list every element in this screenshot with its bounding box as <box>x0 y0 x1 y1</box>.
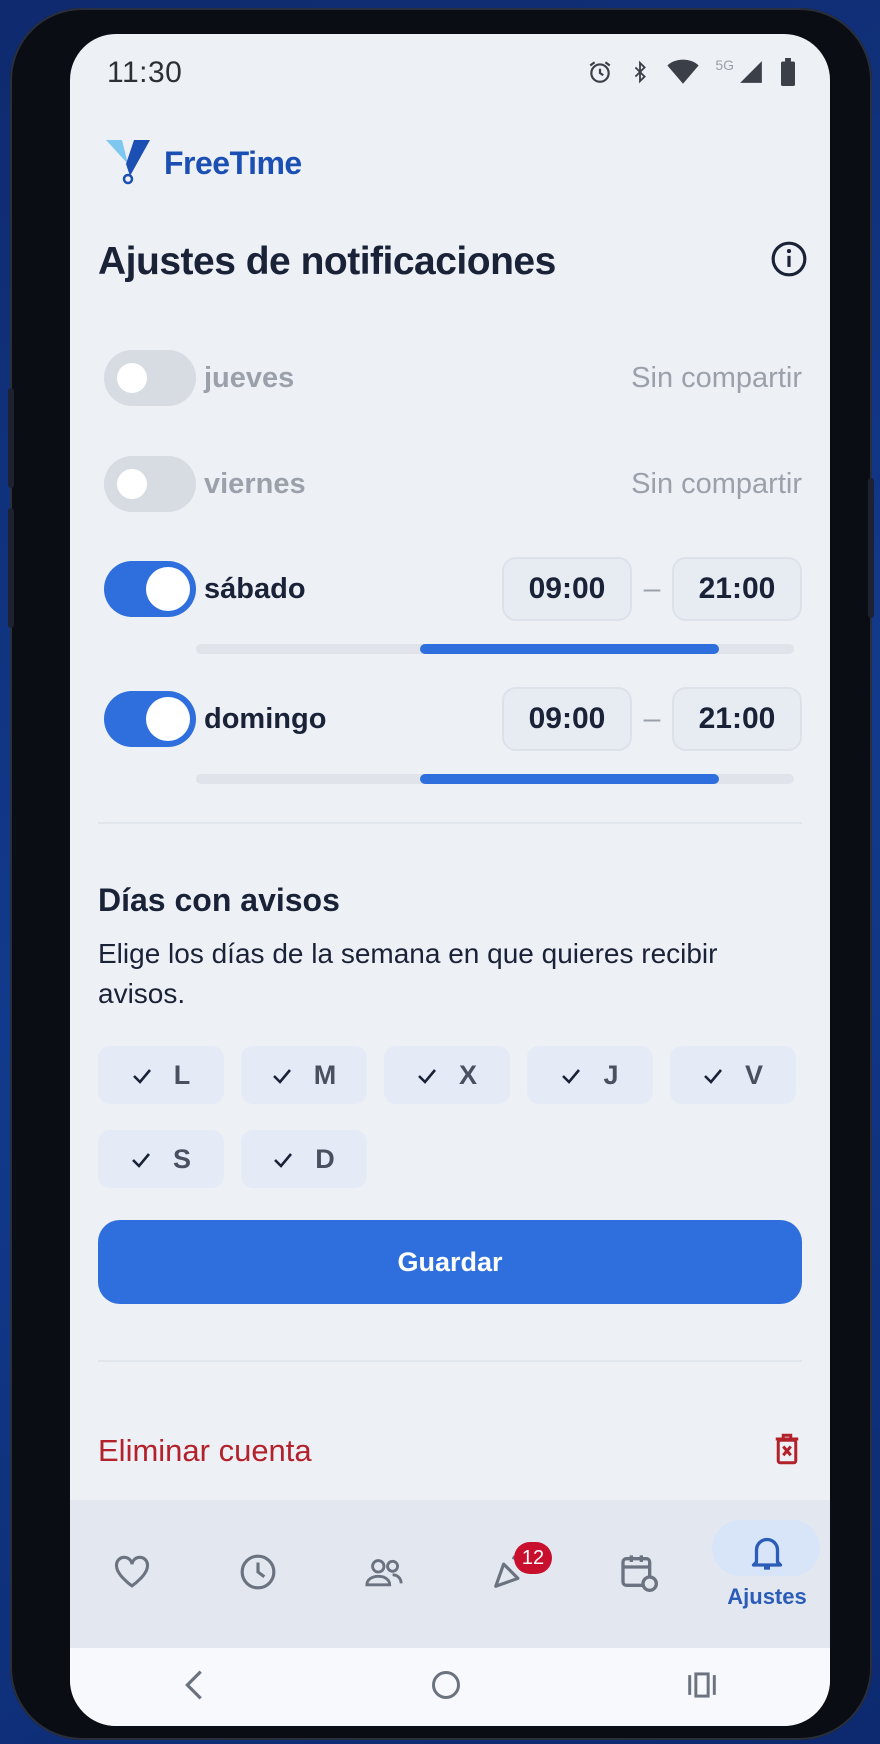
time-range-fill <box>420 644 720 654</box>
end-time-field[interactable]: 21:00 <box>672 687 802 751</box>
day-label: viernes <box>204 467 306 500</box>
weekday-chip-label: M <box>313 1059 337 1090</box>
weekday-chip-label: D <box>315 1143 335 1174</box>
day-row-viernes: viernes Sin compartir <box>104 454 802 514</box>
weekday-chip-label: J <box>603 1059 619 1090</box>
weekday-chip-label: S <box>172 1143 191 1174</box>
toggle-knob <box>117 469 147 499</box>
day-toggle-jueves[interactable] <box>104 350 196 406</box>
reminders-description: Elige los días de la semana en que quier… <box>98 938 718 1009</box>
weekday-chip-label: V <box>744 1059 763 1090</box>
nav-item-favorites[interactable] <box>92 1500 172 1648</box>
info-icon[interactable] <box>770 240 808 283</box>
alarm-icon <box>587 59 613 85</box>
time-range-slider-sabado[interactable] <box>196 644 794 654</box>
save-button[interactable]: Guardar <box>98 1220 802 1304</box>
check-icon <box>417 1060 437 1091</box>
calendar-icon <box>618 1552 658 1597</box>
app-screen: 11:30 5G FreeTime Ajustes de notificacio… <box>70 34 830 1726</box>
delete-account-row[interactable]: Eliminar cuenta <box>98 1426 802 1476</box>
wifi-icon <box>667 59 699 85</box>
start-time-field[interactable]: 09:00 <box>502 557 632 621</box>
battery-icon <box>780 58 796 86</box>
notification-badge: 12 <box>514 1542 552 1574</box>
recents-icon[interactable] <box>686 1671 718 1704</box>
phone-frame: 11:30 5G FreeTime Ajustes de notificacio… <box>8 8 874 1740</box>
day-label: sábado <box>204 572 306 605</box>
app-name: FreeTime <box>164 145 302 181</box>
volume-button <box>8 388 14 488</box>
weekday-chip-label: X <box>458 1059 477 1090</box>
day-status: Sin compartir <box>631 361 802 394</box>
freetime-logo-icon <box>104 136 154 191</box>
power-button <box>868 478 874 618</box>
toggle-knob <box>146 567 190 611</box>
day-label: domingo <box>204 702 327 735</box>
day-label: jueves <box>204 361 295 394</box>
bottom-navigation: Ajustes <box>70 1500 830 1648</box>
app-logo: FreeTime <box>104 136 302 191</box>
status-bar: 11:30 5G <box>70 34 830 114</box>
check-icon <box>561 1060 581 1091</box>
home-icon[interactable] <box>431 1670 461 1705</box>
nav-item-calendar[interactable] <box>598 1500 678 1648</box>
end-time-field[interactable]: 21:00 <box>672 557 802 621</box>
day-status: Sin compartir <box>631 467 802 500</box>
reminders-title: Días con avisos <box>98 882 340 918</box>
check-icon <box>272 1060 292 1091</box>
page-title: Ajustes de notificaciones <box>98 240 556 283</box>
volume-button-lower <box>8 508 14 628</box>
check-icon <box>703 1060 723 1091</box>
nav-item-settings-label: Ajustes <box>727 1583 807 1609</box>
weekday-chip-s[interactable]: S <box>98 1130 224 1188</box>
start-time-field[interactable]: 09:00 <box>502 687 632 751</box>
nav-item-friends[interactable] <box>344 1500 424 1648</box>
day-toggle-viernes[interactable] <box>104 456 196 512</box>
bell-icon <box>749 1533 785 1578</box>
check-icon <box>273 1144 293 1175</box>
nav-item-events[interactable] <box>470 1500 550 1648</box>
day-toggle-domingo[interactable] <box>104 691 196 747</box>
delete-trash-icon[interactable] <box>772 1431 802 1472</box>
divider <box>98 1360 802 1362</box>
weekday-chip-label: L <box>173 1059 191 1090</box>
heart-icon <box>113 1555 151 1594</box>
time-range-slider-domingo[interactable] <box>196 774 794 784</box>
day-row-sabado: sábado 09:00 – 21:00 <box>104 557 802 621</box>
delete-account-label: Eliminar cuenta <box>98 1433 312 1468</box>
weekday-chip-m[interactable]: M <box>241 1046 367 1104</box>
people-icon <box>364 1557 404 1592</box>
divider <box>98 822 802 824</box>
time-range-fill <box>420 774 720 784</box>
status-time: 11:30 <box>107 56 183 89</box>
check-icon <box>131 1144 151 1175</box>
weekday-chip-d[interactable]: D <box>241 1130 367 1188</box>
nav-item-history[interactable] <box>218 1500 298 1648</box>
bluetooth-icon <box>629 59 651 85</box>
network-type: 5G <box>715 57 734 73</box>
weekday-chips: L M X J V S D <box>98 1046 802 1188</box>
weekday-chip-x[interactable]: X <box>384 1046 510 1104</box>
toggle-knob <box>146 697 190 741</box>
time-separator: – <box>643 572 661 605</box>
weekday-chip-j[interactable]: J <box>527 1046 653 1104</box>
day-row-domingo: domingo 09:00 – 21:00 <box>104 687 802 751</box>
signal-icon <box>738 59 764 85</box>
system-navigation-bar <box>70 1648 830 1726</box>
day-row-jueves: jueves Sin compartir <box>104 348 802 408</box>
toggle-knob <box>117 363 147 393</box>
nav-item-settings[interactable]: Ajustes <box>722 1500 812 1648</box>
time-separator: – <box>643 702 661 735</box>
back-icon[interactable] <box>182 1669 206 1706</box>
clock-icon <box>239 1553 277 1596</box>
weekday-chip-v[interactable]: V <box>670 1046 796 1104</box>
day-toggle-sabado[interactable] <box>104 561 196 617</box>
check-icon <box>132 1060 152 1091</box>
weekday-chip-l[interactable]: L <box>98 1046 224 1104</box>
